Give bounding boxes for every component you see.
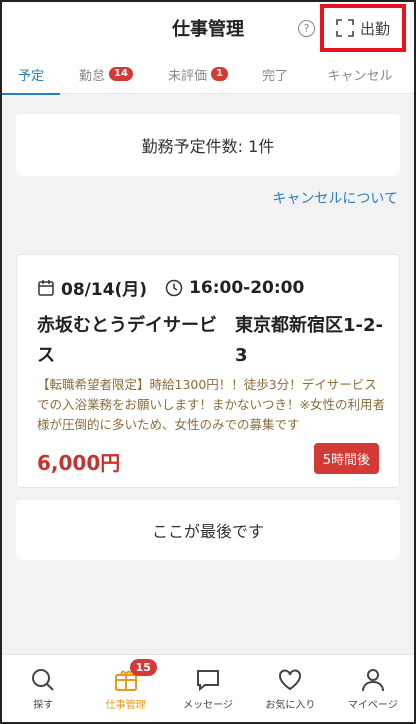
- scheduled-count: 勤務予定件数: 1件: [141, 137, 275, 156]
- nav-label: メッセージ: [183, 699, 233, 711]
- job-description: 【転職希望者限定】時給1300円！！徒歩3分！デイサービスでの入浴業務をお願いし…: [37, 377, 385, 432]
- job-time-group: 16:00-20:00: [165, 278, 304, 298]
- end-of-list-text: ここが最後です: [151, 522, 264, 541]
- scan-frame-icon: [336, 19, 354, 37]
- cancel-policy-link[interactable]: キャンセルについて: [272, 188, 398, 208]
- checkin-button[interactable]: 出勤: [320, 4, 406, 52]
- job-time: 16:00-20:00: [189, 277, 305, 298]
- tab-badge: 14: [109, 67, 133, 81]
- job-schedule: 08/14(月) 16:00-20:00: [37, 275, 304, 300]
- chat-bubble-icon: [197, 669, 220, 691]
- nav-label: マイページ: [347, 699, 398, 711]
- heart-icon: [279, 668, 302, 690]
- app-header: 仕事管理 ? 出勤: [2, 2, 414, 54]
- facility-address: 東京都新宿区1-2-3: [235, 315, 383, 366]
- tab-cancelled[interactable]: キャンセル: [306, 54, 414, 94]
- question-circle-icon[interactable]: ?: [298, 20, 315, 37]
- tab-scheduled[interactable]: 予定: [2, 54, 60, 95]
- nav-item-mypage[interactable]: マイページ: [332, 655, 414, 722]
- nav-label: お気に入り: [265, 699, 316, 711]
- tab-label: 未評価: [168, 68, 208, 84]
- tab-attendance[interactable]: 勤怠 14: [60, 54, 152, 94]
- tab-label: 予定: [17, 68, 44, 84]
- end-of-list: ここが最後です: [16, 500, 400, 560]
- facility-name: 赤坂むとうデイサービス: [37, 315, 217, 366]
- job-wage: 6,000円: [37, 451, 121, 475]
- calendar-icon: [38, 279, 54, 296]
- status-tabs: 予定 勤怠 14 未評価 1 完了 キャンセル: [2, 54, 414, 95]
- search-icon: [32, 668, 54, 691]
- nav-label: 仕事管理: [105, 699, 146, 711]
- page-title: 仕事管理: [172, 19, 244, 40]
- nav-badge: 15: [129, 659, 157, 676]
- checkin-label: 出勤: [359, 19, 390, 38]
- nav-item-favorites[interactable]: お気に入り: [249, 655, 331, 722]
- nav-label: 探す: [33, 699, 54, 711]
- job-date: 08/14(月): [61, 280, 148, 300]
- tab-label: 完了: [261, 68, 288, 84]
- tab-unrated[interactable]: 未評価 1: [152, 54, 244, 94]
- nav-item-messages[interactable]: メッセージ: [167, 655, 249, 722]
- tab-label: 勤怠: [79, 68, 106, 84]
- tab-label: キャンセル: [327, 68, 393, 84]
- clock-icon: [165, 279, 183, 296]
- job-card[interactable]: 08/14(月) 16:00-20:00 赤坂むとうデイサービス 東京都新宿区1…: [16, 254, 400, 488]
- app-frame: 仕事管理 ? 出勤 予定 勤怠 14 未評価 1 完了 キャンセル 勤務予定件数…: [0, 0, 416, 724]
- nav-item-search[interactable]: 探す: [2, 655, 84, 722]
- user-icon: [361, 668, 384, 691]
- tab-badge: 1: [211, 67, 228, 81]
- tab-completed[interactable]: 完了: [244, 54, 306, 94]
- bottom-nav: 探す 15 仕事管理 メッセージ お気に入り マイページ: [2, 654, 414, 722]
- nav-item-job-management[interactable]: 15 仕事管理: [84, 655, 166, 722]
- scheduled-count-card: 勤務予定件数: 1件: [16, 114, 400, 176]
- starts-in-badge: 5時間後: [313, 443, 379, 474]
